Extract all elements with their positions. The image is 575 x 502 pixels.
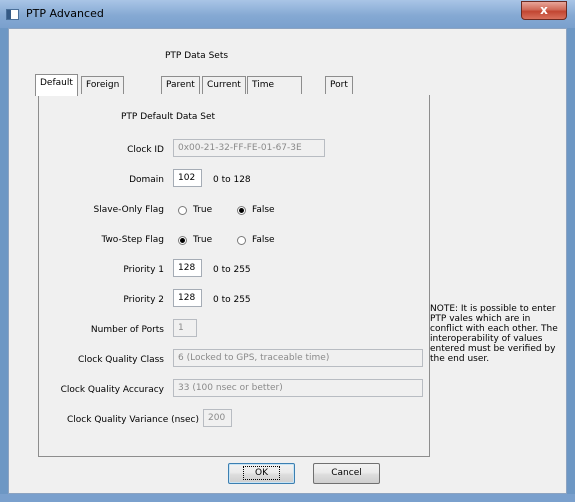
slave-only-true-radio[interactable] xyxy=(178,206,187,215)
clock-quality-variance-label: Clock Quality Variance (nsec) xyxy=(67,415,199,425)
window-icon xyxy=(6,9,19,20)
section-heading: PTP Data Sets xyxy=(165,51,229,61)
note-text: NOTE: It is possible to enter PTP vales … xyxy=(430,304,558,364)
slave-only-true-label: True xyxy=(193,205,213,215)
window-title: PTP Advanced xyxy=(26,7,104,20)
domain-label: Domain xyxy=(129,175,164,185)
tab-current[interactable]: Current xyxy=(202,76,246,94)
panel-title: PTP Default Data Set xyxy=(121,112,216,122)
title-bar[interactable]: PTP Advanced x xyxy=(0,0,575,28)
domain-range: 0 to 128 xyxy=(213,175,251,185)
ok-button-label: OK xyxy=(243,466,280,480)
close-button[interactable]: x xyxy=(521,1,567,20)
priority2-input[interactable]: 128 xyxy=(173,289,202,307)
two-step-true-label: True xyxy=(193,235,213,245)
tab-foreign-master[interactable]: Foreign Master xyxy=(81,76,125,106)
two-step-label: Two-Step Flag xyxy=(101,235,164,245)
tab-parent[interactable]: Parent xyxy=(161,76,200,94)
two-step-true-radio[interactable] xyxy=(178,236,187,245)
window-bottom-border xyxy=(0,494,575,502)
num-ports-label: Number of Ports xyxy=(90,325,164,335)
tab-default[interactable]: Default xyxy=(35,74,78,96)
tab-port[interactable]: Port xyxy=(325,76,353,94)
priority1-range: 0 to 255 xyxy=(213,265,251,275)
dialog-window: PTP Advanced x PTP Data Sets Default For… xyxy=(0,0,575,502)
clock-id-field: 0x00-21-32-FF-FE-01-67-3E xyxy=(173,139,325,157)
two-step-false-label: False xyxy=(252,235,275,245)
clock-quality-accuracy-field: 33 (100 nsec or better) xyxy=(173,379,423,397)
priority1-input[interactable]: 128 xyxy=(173,259,202,277)
num-ports-field: 1 xyxy=(173,319,197,337)
clock-quality-class-field: 6 (Locked to GPS, traceable time) xyxy=(173,349,423,367)
tab-time-properties[interactable]: Time Properties xyxy=(247,76,303,106)
cancel-button[interactable]: Cancel xyxy=(313,463,380,484)
priority2-range: 0 to 255 xyxy=(213,295,251,305)
dialog-body: PTP Data Sets Default Foreign Master Par… xyxy=(8,28,567,494)
priority2-label: Priority 2 xyxy=(123,295,164,305)
clock-quality-variance-field: 200 xyxy=(203,409,232,427)
clock-quality-accuracy-label: Clock Quality Accuracy xyxy=(60,385,164,395)
two-step-false-radio[interactable] xyxy=(237,236,246,245)
slave-only-false-radio[interactable] xyxy=(237,206,246,215)
slave-only-label: Slave-Only Flag xyxy=(93,205,164,215)
slave-only-false-label: False xyxy=(252,205,275,215)
clock-quality-class-label: Clock Quality Class xyxy=(77,355,164,365)
domain-input[interactable]: 102 xyxy=(173,169,202,187)
priority1-label: Priority 1 xyxy=(123,265,164,275)
clock-id-label: Clock ID xyxy=(127,145,164,155)
ok-button[interactable]: OK xyxy=(228,463,295,484)
